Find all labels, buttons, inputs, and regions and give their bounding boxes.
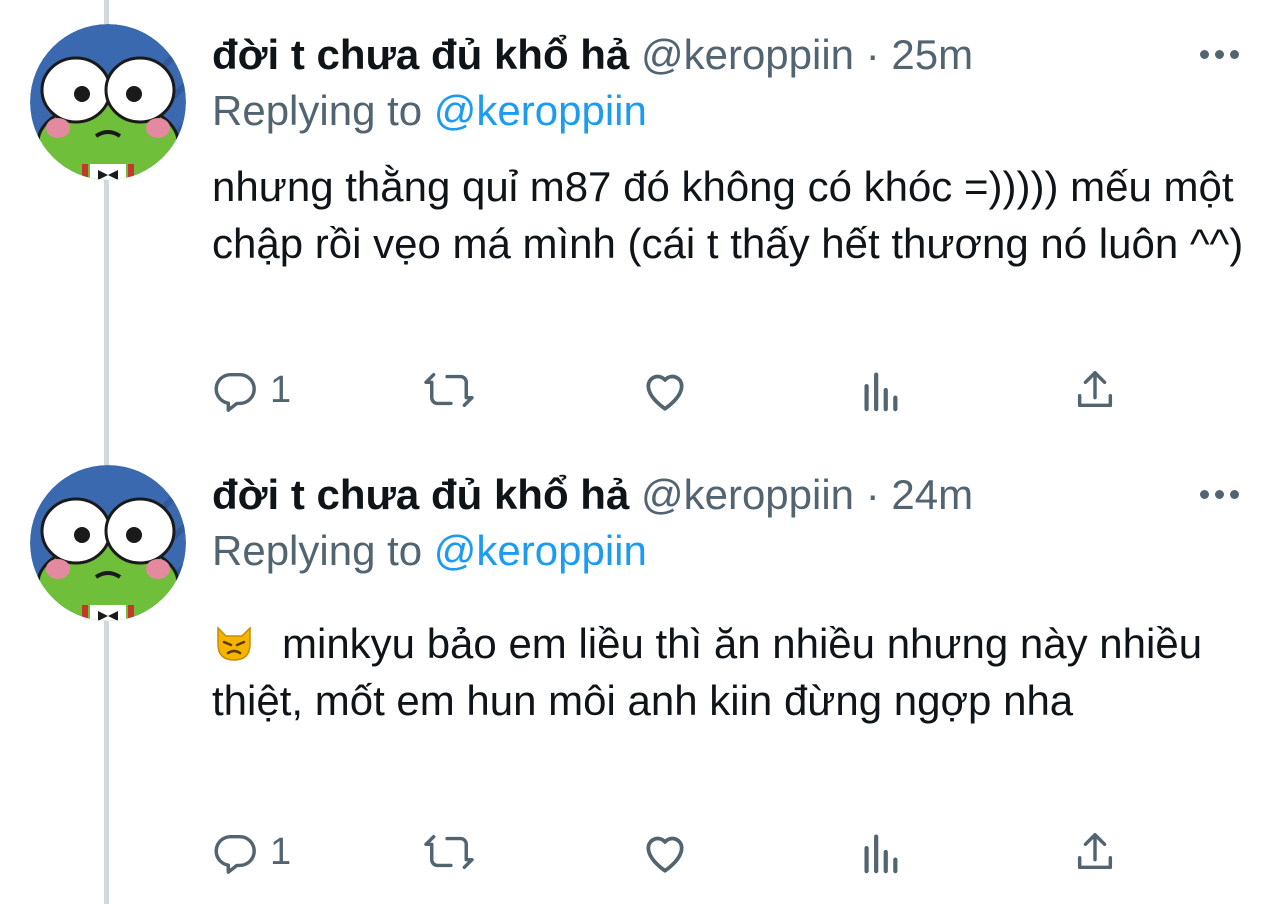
pouting-cat-emoji (217, 626, 251, 661)
display-name[interactable]: đời t chưa đủ khổ hả (212, 31, 629, 78)
retweet-icon (424, 372, 474, 408)
replying-to-label: Replying to (212, 527, 423, 574)
like-icon (646, 836, 684, 873)
reply-button[interactable]: 1 (212, 365, 291, 415)
user-handle[interactable]: @keroppiin (641, 31, 854, 78)
analytics-icon (864, 372, 898, 412)
analytics-icon (864, 834, 898, 874)
retweet-icon (424, 834, 474, 870)
display-name[interactable]: đời t chưa đủ khổ hả (212, 471, 629, 518)
tweet-text: minkyu bảo em liều thì ăn nhiều nhưng nà… (212, 620, 1203, 724)
tweet-text: nhưng thằng quỉ m87 đó không có khóc =))… (212, 163, 1244, 267)
analytics-button[interactable] (858, 827, 902, 877)
tweet-1[interactable]: đời t chưa đủ khổ hả @keroppiin · 25m Re… (0, 0, 1284, 440)
tweet-header: đời t chưa đủ khổ hả @keroppiin · 24m (212, 470, 973, 520)
reply-count: 1 (270, 369, 292, 411)
replying-to: Replying to @keroppiin (212, 526, 647, 576)
replying-to: Replying to @keroppiin (212, 86, 647, 136)
like-button[interactable] (640, 365, 690, 415)
analytics-button[interactable] (858, 365, 902, 415)
like-button[interactable] (640, 827, 690, 877)
reply-icon (214, 834, 256, 874)
user-handle[interactable]: @keroppiin (641, 471, 854, 518)
tweet-actions: 1 (212, 827, 1132, 877)
replying-to-mention[interactable]: @keroppiin (434, 87, 647, 134)
share-button[interactable] (1072, 365, 1118, 415)
avatar[interactable] (30, 24, 186, 180)
share-icon (1077, 371, 1113, 408)
retweet-button[interactable] (422, 365, 476, 415)
reply-icon (214, 372, 256, 412)
separator-dot: · (865, 31, 880, 78)
reply-count: 1 (270, 831, 292, 873)
avatar[interactable] (30, 465, 186, 621)
like-icon (646, 374, 684, 411)
tweet-header: đời t chưa đủ khổ hả @keroppiin · 25m (212, 30, 973, 80)
share-button[interactable] (1072, 827, 1118, 877)
more-icon[interactable] (1198, 44, 1242, 64)
separator-dot: · (865, 471, 880, 518)
tweet-actions: 1 (212, 365, 1132, 415)
timestamp[interactable]: 24m (891, 471, 973, 518)
more-icon[interactable] (1198, 484, 1242, 504)
replying-to-label: Replying to (212, 87, 423, 134)
retweet-button[interactable] (422, 827, 476, 877)
reply-button[interactable]: 1 (212, 827, 291, 877)
replying-to-mention[interactable]: @keroppiin (434, 527, 647, 574)
tweet-body: minkyu bảo em liều thì ăn nhiều nhưng nà… (212, 615, 1252, 729)
timestamp[interactable]: 25m (891, 31, 973, 78)
share-icon (1077, 833, 1113, 870)
tweet-2[interactable]: đời t chưa đủ khổ hả @keroppiin · 24m Re… (0, 440, 1284, 904)
